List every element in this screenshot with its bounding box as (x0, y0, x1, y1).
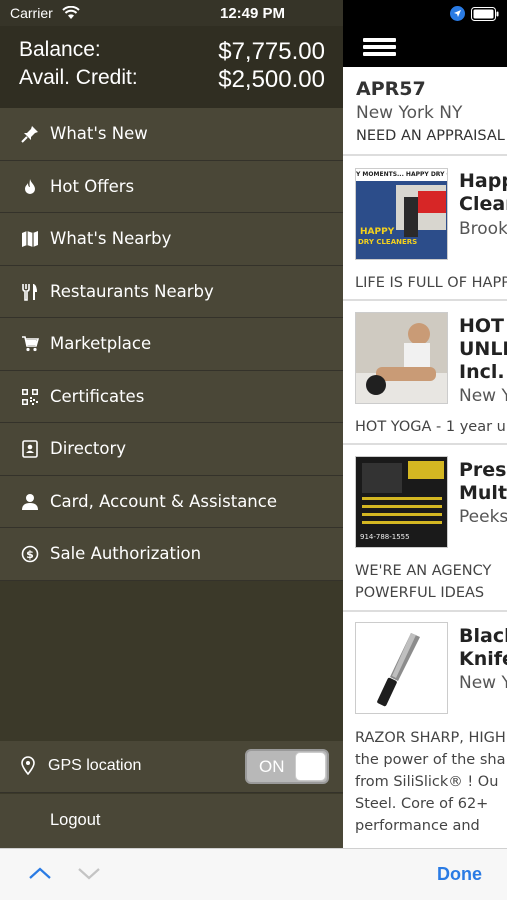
flame-icon (21, 178, 39, 196)
keyboard-toolbar: Done (0, 848, 507, 900)
thumb-text: DRY CLEANERS (358, 238, 418, 246)
battery-icon (471, 6, 499, 25)
menu-item-label: Card, Account & Assistance (50, 491, 277, 511)
thumb-phone: 914-788-1555 (360, 533, 410, 541)
listing-title[interactable]: Happ (459, 170, 507, 193)
logout-button[interactable]: Logout (0, 794, 343, 848)
previous-arrow-icon[interactable] (28, 865, 52, 884)
svg-text:$: $ (26, 548, 34, 561)
pin-icon (21, 125, 39, 143)
listing-title[interactable]: Incl. (459, 361, 505, 384)
user-icon (21, 493, 39, 511)
merchant-tagline: NEED AN APPRAISAL (356, 128, 505, 144)
listing-description: Steel. Core of 62+ (355, 796, 489, 812)
listing-title[interactable]: Multi (459, 482, 507, 505)
listing-thumbnail[interactable] (355, 622, 448, 714)
menu-item-sale-authorization[interactable]: $ Sale Authorization (0, 528, 343, 581)
divider (343, 443, 507, 445)
listing-description: the power of the sha (355, 752, 506, 768)
menu-item-whats-nearby[interactable]: What's Nearby (0, 213, 343, 266)
listing-title[interactable]: UNLM (459, 338, 507, 361)
menu-item-label: Certificates (50, 386, 145, 406)
merchant-location: New York NY (356, 103, 463, 123)
dollar-circle-icon: $ (21, 545, 39, 563)
listing-title[interactable]: HOT (459, 315, 504, 338)
knife-image (377, 633, 420, 707)
menu-item-hot-offers[interactable]: Hot Offers (0, 160, 343, 213)
listing-title[interactable]: Knife (459, 648, 507, 671)
listing-description: performance and (355, 818, 480, 834)
gps-toggle-knob[interactable] (295, 752, 326, 781)
listing-location: Brook (459, 219, 507, 239)
map-icon (21, 230, 39, 248)
gps-toggle[interactable]: ON (245, 749, 329, 784)
listing-description: WE'RE AN AGENCY (355, 563, 492, 579)
thumb-text: Y MOMENTS... HAPPY DRY CLEA (356, 169, 447, 181)
listing-description: from SiliSlick® ! Ou (355, 774, 499, 790)
next-arrow-icon[interactable] (77, 865, 101, 884)
listing-description: POWERFUL IDEAS (355, 585, 485, 601)
menu-item-label: Hot Offers (50, 176, 135, 196)
gps-toggle-state: ON (259, 757, 285, 776)
merchant-code: APR57 (356, 78, 426, 100)
cart-icon (21, 335, 40, 353)
thumb-text: HAPPY (360, 227, 395, 237)
menu-item-label: Marketplace (50, 334, 152, 353)
gps-location-label: GPS location (48, 757, 142, 774)
menu-item-marketplace[interactable]: Marketplace (0, 318, 343, 371)
menu-item-label: Directory (50, 439, 127, 458)
listing-location: New Y (459, 386, 507, 406)
drawer-menu: What's New Hot Offers What's Nearby Rest… (0, 108, 343, 581)
nav-bar (343, 26, 507, 67)
listing-description: LIFE IS FULL OF HAPP (355, 275, 507, 291)
menu-item-label: What's Nearby (50, 229, 172, 248)
listing-title[interactable]: Clear (459, 193, 507, 216)
menu-item-label: Restaurants Nearby (50, 281, 214, 301)
menu-item-directory[interactable]: Directory (0, 423, 343, 476)
utensils-icon (21, 283, 39, 301)
listing-location: Peeks (459, 507, 507, 527)
listing-thumbnail[interactable]: Y MOMENTS... HAPPY DRY CLEA HAPPY DRY CL… (355, 168, 448, 260)
listing-thumbnail[interactable]: 914-788-1555 (355, 456, 448, 548)
clock: 12:49 PM (220, 5, 286, 22)
carrier-label: Carrier (10, 5, 53, 21)
location-pin-icon (21, 756, 35, 779)
status-bar-left: Carrier 12:49 PM (0, 0, 343, 26)
listing-thumbnail[interactable] (355, 312, 448, 404)
qr-code-icon (21, 388, 39, 406)
balance-label: Balance: (19, 38, 101, 61)
divider (343, 154, 507, 156)
listing-title[interactable]: Prese (459, 459, 507, 482)
divider (343, 610, 507, 612)
location-services-icon (450, 6, 465, 25)
menu-item-card-account-assistance[interactable]: Card, Account & Assistance (0, 475, 343, 528)
content-panel: APR57 New York NY NEED AN APPRAISAL Y MO… (343, 26, 507, 848)
menu-item-label: Sale Authorization (50, 544, 202, 563)
address-book-icon (21, 440, 39, 458)
divider (343, 299, 507, 301)
wifi-icon (62, 5, 80, 24)
balance-panel: Balance: $7,775.00 Avail. Credit: $2,500… (0, 26, 343, 108)
done-button[interactable]: Done (437, 864, 482, 885)
listing-title[interactable]: Black (459, 625, 507, 648)
menu-item-whats-new[interactable]: What's New (0, 108, 343, 161)
balance-value: $7,775.00 (218, 38, 325, 65)
gps-location-row: GPS location ON (0, 741, 343, 793)
listing-location: New Y (459, 673, 507, 693)
status-bar-right (343, 0, 507, 26)
menu-item-label: What's New (50, 124, 148, 143)
menu-item-restaurants-nearby[interactable]: Restaurants Nearby (0, 265, 343, 318)
credit-label: Avail. Credit: (19, 66, 138, 89)
hamburger-menu-icon[interactable] (363, 38, 396, 56)
side-drawer: Balance: $7,775.00 Avail. Credit: $2,500… (0, 26, 343, 848)
listing-description: HOT YOGA - 1 year u (355, 419, 506, 435)
menu-item-certificates[interactable]: Certificates (0, 370, 343, 423)
logout-label: Logout (50, 811, 101, 829)
listing-description: RAZOR SHARP, HIGH (355, 730, 506, 746)
credit-value: $2,500.00 (218, 66, 325, 93)
